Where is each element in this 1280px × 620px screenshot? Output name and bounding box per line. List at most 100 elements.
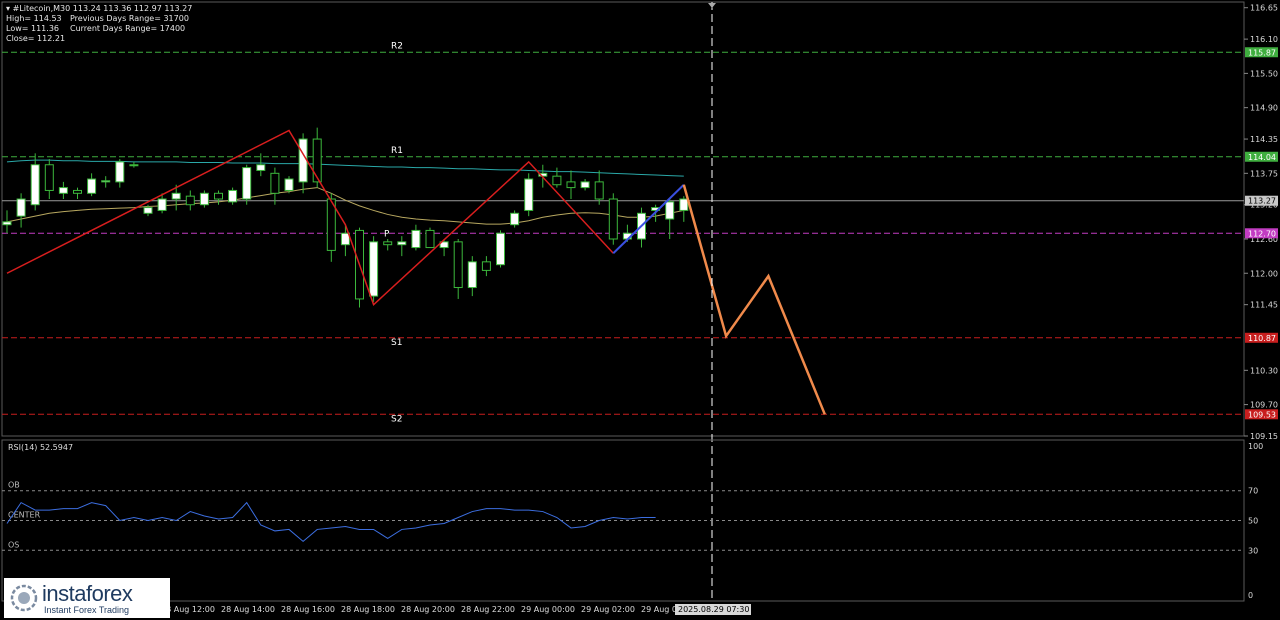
candle <box>30 153 40 211</box>
candle-body-bull <box>467 261 477 289</box>
symbol-line: ▾ #Litecoin,M30 113.24 113.36 112.97 113… <box>6 4 193 13</box>
rsi-axis-label: 30 <box>1248 546 1258 555</box>
high-value: High= 114.53 <box>6 14 62 23</box>
candle <box>608 193 618 245</box>
rsi-level-label: OB <box>8 481 20 490</box>
candle-body-bear <box>185 195 195 206</box>
candle-body-bull <box>30 164 40 206</box>
candle <box>115 159 125 188</box>
candle-body-bull <box>510 212 520 226</box>
rsi-label: RSI(14) 52.5947 <box>8 443 73 452</box>
rsi-line <box>6 501 656 543</box>
candle <box>185 190 195 211</box>
candle <box>580 179 590 191</box>
candle <box>481 256 491 277</box>
candle-body-bear <box>481 261 491 271</box>
rsi-pane[interactable]: RSI(14) 52.5947OBCENTEROS1007050300 <box>1 439 1263 602</box>
level-price-tag: 110.87 <box>1248 334 1276 343</box>
candle <box>369 236 379 302</box>
logo-tagline: Instant Forex Trading <box>44 605 130 615</box>
low-value: Low= 111.36 <box>6 24 59 33</box>
candle <box>524 173 534 217</box>
candle <box>552 167 562 188</box>
price-pane-frame <box>1 1 1245 437</box>
candle <box>298 133 308 194</box>
candle <box>467 256 477 297</box>
candle-body-bear <box>566 181 576 189</box>
close-value: Close= 112.21 <box>6 34 66 43</box>
level-label-s1: S1 <box>391 338 402 348</box>
price-axis-label: 109.70 <box>1250 401 1278 410</box>
level-label-r2: R2 <box>391 41 403 51</box>
candle <box>355 227 364 308</box>
candle <box>594 170 604 205</box>
candle-body-bull <box>171 192 181 200</box>
level-label-s2: S2 <box>391 414 402 424</box>
candle <box>199 190 209 208</box>
candle-body-bear <box>44 164 54 191</box>
rsi-axis-label: 50 <box>1248 517 1258 526</box>
price-axis-label: 113.75 <box>1250 169 1278 178</box>
instaforex-logo: instaforex Instant Forex Trading <box>4 578 170 618</box>
candle <box>73 187 82 200</box>
rsi-axis-label: 100 <box>1248 442 1263 451</box>
level-price-tag: 115.87 <box>1248 48 1276 57</box>
time-axis-label: 28 Aug 18:00 <box>341 605 395 614</box>
time-axis-label: 28 Aug 20:00 <box>401 605 455 614</box>
candle-body-bull <box>496 232 505 266</box>
candle <box>326 193 336 262</box>
candle <box>340 224 350 257</box>
candle <box>397 236 407 257</box>
candle <box>510 210 520 228</box>
candle <box>284 176 294 194</box>
price-axis-label: 109.15 <box>1250 432 1278 441</box>
candle-body-bear <box>552 175 562 186</box>
moving-average-short <box>6 187 684 225</box>
candle <box>453 238 463 299</box>
candle <box>101 176 111 188</box>
time-axis-label: 29 Aug 00:00 <box>521 605 575 614</box>
price-axis-label: 114.90 <box>1250 104 1278 113</box>
candle-body-bull <box>101 180 111 183</box>
level-label-p: P <box>384 229 390 239</box>
candle-body-bull <box>2 221 12 226</box>
level-price-tag: 114.04 <box>1248 153 1276 162</box>
candle <box>2 210 12 234</box>
candle-body-bull <box>199 192 209 206</box>
chart-info: ▾ #Litecoin,M30 113.24 113.36 112.97 113… <box>6 4 192 44</box>
candle <box>44 159 54 200</box>
level-price-tag: 109.53 <box>1248 410 1276 419</box>
candle-body-bull <box>369 241 379 297</box>
price-axis-label: 114.35 <box>1250 135 1278 144</box>
price-axis-label: 110.30 <box>1250 366 1278 375</box>
candle-body-bull <box>58 187 68 194</box>
current-price-tag: 113.27 <box>1248 197 1276 206</box>
cursor-marker-icon <box>708 3 716 8</box>
level-label-r1: R1 <box>391 146 403 156</box>
candle-body-bull <box>679 198 689 211</box>
candle-body-bear <box>608 198 618 240</box>
candle-body-bull <box>256 164 266 171</box>
candle-body-bull <box>411 229 421 249</box>
candle-body-bull <box>242 167 252 200</box>
time-axis: 28 Aug 12:00 28 Aug 14:00 28 Aug 16:00 28 A… <box>161 604 751 615</box>
trading-chart[interactable]: 116.65 116.10 115.50 114.90 114.35 113.75 113.… <box>0 0 1280 620</box>
price-axis-label: 116.65 <box>1250 4 1278 13</box>
candle <box>16 193 26 228</box>
candle-body-bull <box>665 201 675 220</box>
candle-body-bear <box>312 138 322 183</box>
candle <box>58 181 68 200</box>
logo-mark-icon <box>10 584 38 612</box>
moving-average-long <box>6 159 684 177</box>
rsi-axis-label: 70 <box>1248 487 1258 496</box>
candle-body-bear <box>594 181 604 200</box>
symbol-ohlc: #Litecoin,M30 113.24 113.36 112.97 113.2… <box>12 4 193 13</box>
time-axis-label: 28 Aug 14:00 <box>221 605 275 614</box>
candle <box>383 238 393 251</box>
candle-body-bull <box>298 138 308 183</box>
price-pane[interactable]: 116.65 116.10 115.50 114.90 114.35 113.75 113.… <box>1 1 1278 615</box>
candle-body-bear <box>425 229 435 249</box>
candle-body-bull <box>524 178 534 211</box>
rsi-level-label: OS <box>8 540 19 549</box>
time-axis-label: 29 Aug 02:00 <box>581 605 635 614</box>
